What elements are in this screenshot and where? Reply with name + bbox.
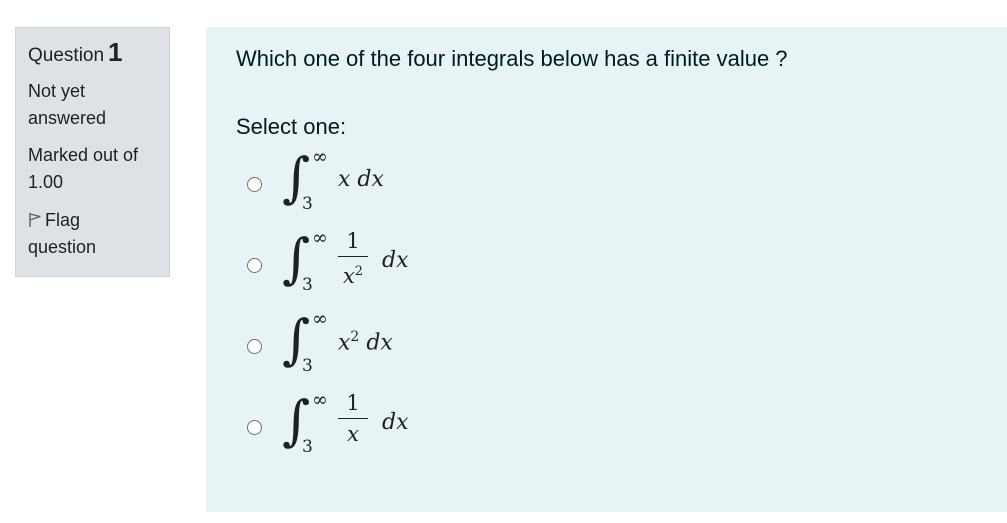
denominator-variable: x xyxy=(342,264,355,288)
fraction-numerator: 1 xyxy=(346,391,360,415)
question-number: 1 xyxy=(108,37,123,67)
upper-limit: ∞ xyxy=(312,146,328,168)
select-one-prompt: Select one: xyxy=(236,114,347,139)
lower-limit: 3 xyxy=(302,356,313,376)
question-info-panel: Question 1 Not yet answered Marked out of… xyxy=(15,27,170,277)
lower-limit: 3 xyxy=(302,194,313,214)
radio-button[interactable] xyxy=(247,339,262,354)
differential: dx xyxy=(382,410,409,435)
integrand: x2 dx xyxy=(338,329,393,355)
flag-question-button[interactable]: Flag question xyxy=(28,207,138,261)
upper-limit: ∞ xyxy=(312,308,328,330)
answer-option-1[interactable]: ∫ ∞ 3 x dx xyxy=(244,146,474,218)
fraction: 1 x2 xyxy=(338,228,368,289)
differential: dx xyxy=(357,167,384,192)
integrand-variable: x xyxy=(338,167,351,192)
integrand: x dx xyxy=(338,167,384,192)
flag-icon xyxy=(29,213,41,227)
question-state: Not yet answered xyxy=(28,81,107,128)
answer-option-2[interactable]: ∫ ∞ 3 1 x2 dx xyxy=(244,227,474,299)
lower-limit: 3 xyxy=(302,275,313,295)
radio-button[interactable] xyxy=(247,420,262,435)
integral-expression: ∫ ∞ 3 1 x2 dx xyxy=(282,227,462,299)
differential: dx xyxy=(366,330,393,356)
lower-limit: 3 xyxy=(302,437,313,457)
fraction-denominator: x2 xyxy=(338,259,368,289)
answer-option-3[interactable]: ∫ ∞ 3 x2 dx xyxy=(244,308,474,380)
question-content: Which one of the four integrals below ha… xyxy=(206,27,1007,512)
fraction: 1 x xyxy=(338,390,368,447)
question-number-heading: Question 1 xyxy=(28,38,169,70)
upper-limit: ∞ xyxy=(312,389,328,411)
differential: dx xyxy=(382,248,409,273)
denominator-power: 2 xyxy=(354,264,364,279)
integral-expression: ∫ ∞ 3 x2 dx xyxy=(282,308,462,380)
integral-expression: ∫ ∞ 3 x dx xyxy=(282,146,462,218)
fraction-numerator: 1 xyxy=(346,229,360,253)
fraction-denominator: x xyxy=(347,422,359,446)
fraction-bar xyxy=(338,256,368,257)
question-grade: Marked out of 1.00 xyxy=(28,145,139,192)
radio-button[interactable] xyxy=(247,258,262,273)
radio-button[interactable] xyxy=(247,177,262,192)
upper-limit: ∞ xyxy=(312,227,328,249)
question-text: Which one of the four integrals below ha… xyxy=(236,46,788,71)
integral-expression: ∫ ∞ 3 1 x dx xyxy=(282,389,462,461)
answer-option-4[interactable]: ∫ ∞ 3 1 x dx xyxy=(244,389,474,461)
integrand-variable: x xyxy=(338,330,351,356)
question-label: Question xyxy=(28,45,105,66)
integrand-power: 2 xyxy=(350,329,360,345)
fraction-bar xyxy=(338,418,368,419)
